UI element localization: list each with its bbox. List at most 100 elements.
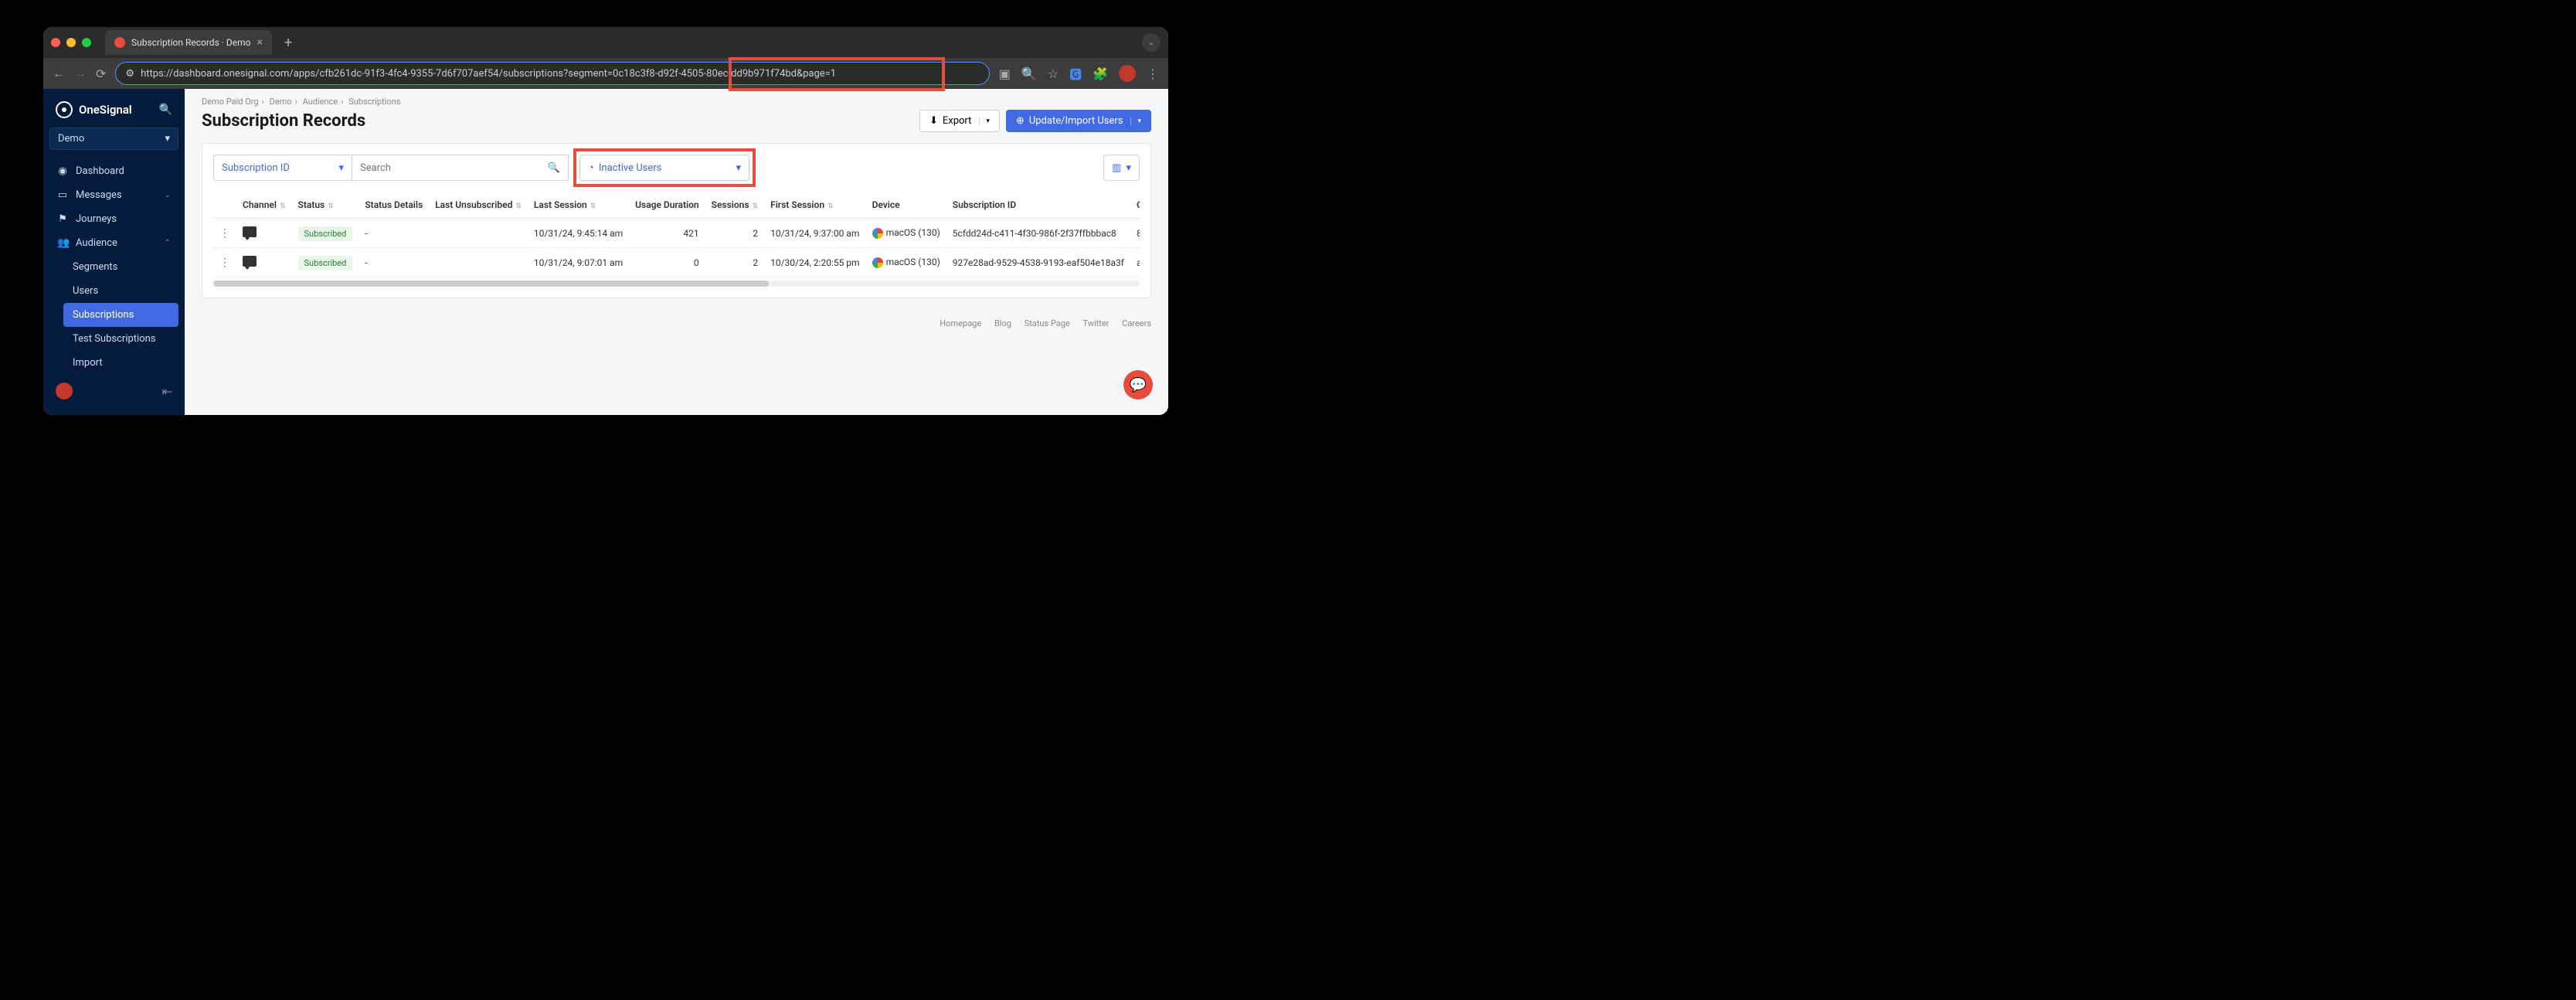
path-icon: ⚑ [57,213,68,225]
col-sessions[interactable]: Sessions⇅ [705,192,764,219]
crumb[interactable]: Audience [303,97,338,107]
sidebar-search-icon[interactable]: 🔍 [159,104,172,116]
footer-link[interactable]: Twitter [1082,318,1109,328]
export-button[interactable]: ⬇ Export ▾ [919,110,1000,132]
tab-dropdown-button[interactable]: ⌄ [1142,33,1161,52]
chat-fab[interactable]: 💬 [1123,370,1153,400]
main-panel: Demo Paid Org› Demo› Audience› Subscript… [185,89,1168,415]
col-sub-id: Subscription ID [946,192,1130,219]
columns-icon: ▥ [1112,162,1121,174]
chat-icon: ▭ [57,189,68,201]
col-last-session[interactable]: Last Session⇅ [528,192,629,219]
search-input[interactable] [360,162,542,174]
subnav-segments[interactable]: Segments [63,255,178,279]
org-selected: Demo [58,133,84,145]
horizontal-scrollbar[interactable] [213,281,1140,287]
cell-last-session: 10/31/24, 9:45:14 am [528,219,629,248]
new-tab-button[interactable]: + [278,35,298,51]
close-tab-button[interactable]: × [257,36,262,49]
sidebar-footer: ⇤ [49,376,178,406]
minimize-window-button[interactable] [66,38,76,47]
chevron-down-icon: ▾ [1130,117,1141,125]
subnav-test-subscriptions[interactable]: Test Subscriptions [63,327,178,351]
sidebar-item-dashboard[interactable]: ◉ Dashboard [49,159,178,183]
lens-icon[interactable]: ▣ [999,66,1011,81]
sidebar-item-label: Journeys [76,213,117,225]
chevron-up-icon: ⌃ [165,239,171,247]
download-icon: ⬇ [929,115,938,127]
forward-button[interactable]: → [74,66,87,81]
chevron-down-icon: ▾ [338,162,344,174]
bookmark-icon[interactable]: ☆ [1048,66,1059,81]
footer-link[interactable]: Blog [994,318,1011,328]
col-last-unsub[interactable]: Last Unsubscribed⇅ [429,192,528,219]
zoom-icon[interactable]: 🔍 [1021,66,1037,81]
cell-usage: 421 [629,219,705,248]
col-device: Device [866,192,946,219]
search-field-selector[interactable]: Subscription ID ▾ [213,155,352,181]
translate-icon[interactable]: 🅶 [1069,64,1082,83]
header-actions: ⬇ Export ▾ ⊕ Update/Import Users ▾ [919,110,1151,132]
row-menu-button[interactable]: ⋮ [219,227,230,240]
col-channel[interactable]: Channel⇅ [236,192,292,219]
gauge-icon: ◉ [57,165,68,177]
footer-link[interactable]: Careers [1122,318,1151,328]
sidebar-item-audience[interactable]: 👥 Audience ⌃ [49,231,178,255]
org-selector[interactable]: Demo ▾ [49,128,178,150]
sidebar-item-label: Dashboard [76,165,124,177]
address-bar[interactable]: ⚙ https://dashboard.onesignal.com/apps/c… [115,62,989,85]
cell-device: macOS (130) [866,219,946,248]
status-badge: Subscribed [298,226,353,241]
chat-icon: 💬 [1130,377,1147,393]
col-first-session[interactable]: First Session⇅ [764,192,865,219]
collapse-sidebar-button[interactable]: ⇤ [162,384,172,399]
back-button[interactable]: ← [53,66,65,81]
cell-first-session: 10/30/24, 2:20:55 pm [764,248,865,277]
cell-last-unsub [429,219,528,248]
user-avatar[interactable] [56,383,73,400]
favicon-icon [114,37,125,48]
browser-tab[interactable]: Subscription Records · Demo × [105,30,272,55]
segment-selector[interactable]: ◔ Inactive Users ▾ [579,155,749,181]
menu-icon[interactable]: ⋮ [1147,66,1159,81]
browser-window: Subscription Records · Demo × + ⌄ ← → ⟳ … [43,27,1168,415]
chevron-down-icon: ▾ [1126,162,1131,174]
sidebar-item-label: Messages [76,189,122,201]
crumb[interactable]: Demo [270,97,292,107]
sidebar-item-label: Audience [76,237,117,249]
footer-link[interactable]: Homepage [940,318,981,328]
chrome-icon [872,228,883,239]
reload-button[interactable]: ⟳ [96,66,106,81]
subnav-subscriptions[interactable]: Subscriptions [63,303,178,327]
cell-os-id: a96b7fd2-a [1130,248,1140,277]
chevron-down-icon: ▾ [165,133,170,145]
row-menu-button[interactable]: ⋮ [219,257,230,269]
sidebar-item-journeys[interactable]: ⚑ Journeys [49,207,178,231]
tab-bar: Subscription Records · Demo × + ⌄ [43,27,1168,58]
col-status[interactable]: Status⇅ [292,192,359,219]
cell-status-details: - [359,248,429,277]
segment-label: Inactive Users [599,162,662,174]
crumb[interactable]: Demo Paid Org [202,97,259,107]
update-import-button[interactable]: ⊕ Update/Import Users ▾ [1006,110,1151,132]
maximize-window-button[interactable] [82,38,91,47]
chevron-down-icon: ▾ [979,117,990,125]
site-info-icon[interactable]: ⚙ [125,68,134,80]
chevron-down-icon: ▾ [736,162,741,174]
page-title: Subscription Records [202,111,365,131]
col-os-id: OneSignal I [1130,192,1140,219]
search-icon: 🔍 [548,162,560,174]
subnav-import[interactable]: Import [63,351,178,375]
toolbar-actions: ▣ 🔍 ☆ 🅶 🧩 ⋮ [999,64,1159,83]
close-window-button[interactable] [51,38,60,47]
columns-button[interactable]: ▥ ▾ [1103,155,1140,181]
footer-link[interactable]: Status Page [1025,318,1070,328]
scrollbar-thumb[interactable] [213,281,769,287]
profile-avatar[interactable] [1119,65,1136,82]
subnav-users[interactable]: Users [63,279,178,303]
extensions-icon[interactable]: 🧩 [1093,66,1108,81]
chevron-down-icon: ⌄ [165,191,171,199]
cell-os-id: 8e390df6-8 [1130,219,1140,248]
cell-sub-id: 927e28ad-9529-4538-9193-eaf504e18a3f [946,248,1130,277]
sidebar-item-messages[interactable]: ▭ Messages ⌄ [49,183,178,207]
